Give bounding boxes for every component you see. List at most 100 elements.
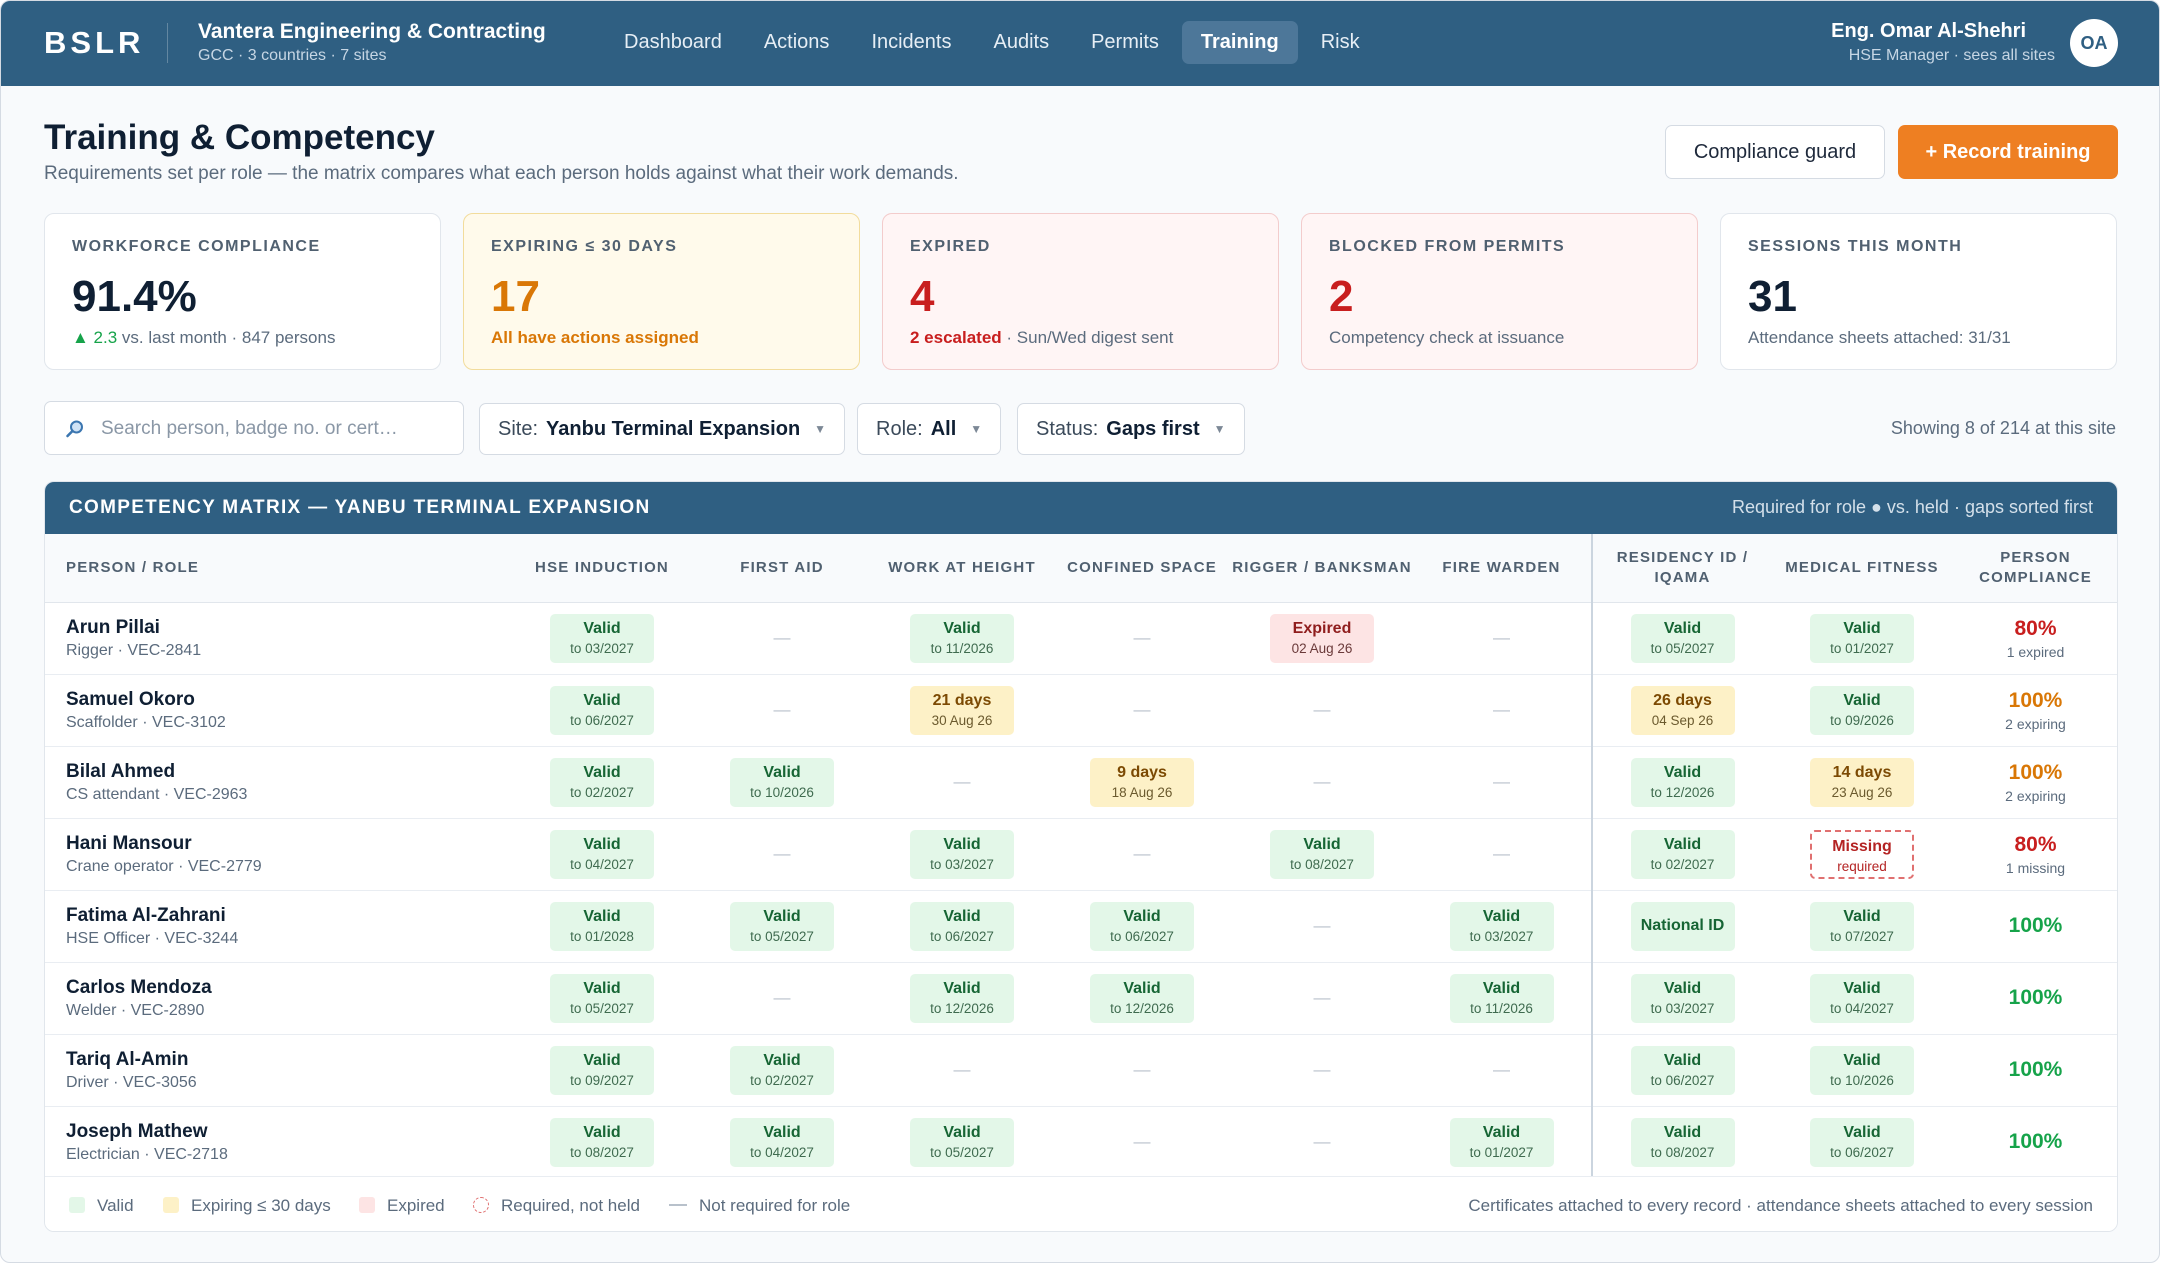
person-name[interactable]: Joseph Mathew bbox=[66, 1121, 512, 1143]
person-cell[interactable]: Arun Pillai Rigger · VEC-2841 bbox=[45, 602, 512, 675]
cert-badge[interactable]: Valid to 09/2027 bbox=[550, 1045, 654, 1095]
org-name[interactable]: Vantera Engineering & Contracting bbox=[198, 20, 546, 44]
nav-audits[interactable]: Audits bbox=[975, 21, 1069, 64]
cert-badge[interactable]: Valid to 09/2026 bbox=[1810, 685, 1914, 735]
app-logo[interactable]: BSLR bbox=[44, 25, 144, 61]
cert-badge[interactable]: Valid to 11/2026 bbox=[1449, 973, 1554, 1023]
cert-badge[interactable]: 26 days 04 Sep 26 bbox=[1630, 685, 1735, 735]
person-name[interactable]: Hani Mansour bbox=[66, 833, 512, 855]
user-name[interactable]: Eng. Omar Al-Shehri bbox=[1831, 20, 2026, 43]
column-header[interactable]: CONFINED SPACE bbox=[1052, 534, 1232, 603]
table-row[interactable]: Hani Mansour Crane operator · VEC-2779 Val… bbox=[45, 818, 2117, 891]
cert-badge[interactable]: 9 days 18 Aug 26 bbox=[1090, 757, 1194, 807]
table-row[interactable]: Arun Pillai Rigger · VEC-2841 Valid to 03/2… bbox=[45, 602, 2117, 675]
person-cell[interactable]: Samuel Okoro Scaffolder · VEC-3102 bbox=[45, 674, 512, 747]
matrix-cell: Valid to 01/2027 bbox=[1412, 1106, 1592, 1179]
cert-badge[interactable]: Valid to 10/2026 bbox=[730, 757, 834, 807]
nav-incidents[interactable]: Incidents bbox=[852, 21, 970, 64]
cert-badge[interactable]: Valid to 05/2027 bbox=[730, 901, 834, 951]
cert-badge[interactable]: Valid to 07/2027 bbox=[1810, 901, 1914, 951]
nav-risk[interactable]: Risk bbox=[1302, 21, 1379, 64]
cert-badge[interactable]: Valid to 04/2027 bbox=[730, 1117, 834, 1167]
cert-badge[interactable]: Valid to 01/2027 bbox=[1810, 613, 1914, 663]
column-header[interactable]: PERSON / ROLE bbox=[45, 534, 512, 603]
cert-badge[interactable]: Expired 02 Aug 26 bbox=[1270, 613, 1374, 663]
column-header[interactable]: RIGGER / BANKSMAN bbox=[1232, 534, 1412, 603]
cert-badge[interactable]: Valid to 03/2027 bbox=[1449, 901, 1554, 951]
cert-badge[interactable]: Valid to 08/2027 bbox=[1630, 1117, 1735, 1167]
cert-badge[interactable]: Valid to 03/2027 bbox=[550, 613, 654, 663]
cert-badge[interactable]: Valid to 12/2026 bbox=[1090, 973, 1194, 1023]
cert-badge[interactable]: Valid to 11/2026 bbox=[910, 613, 1014, 663]
nav-permits[interactable]: Permits bbox=[1072, 21, 1178, 64]
status-filter[interactable]: Status: Gaps first ▼ bbox=[1017, 403, 1245, 455]
person-name[interactable]: Samuel Okoro bbox=[66, 689, 512, 711]
person-name[interactable]: Arun Pillai bbox=[66, 617, 512, 639]
cert-badge[interactable]: Valid to 01/2028 bbox=[550, 901, 654, 951]
kpi-expired[interactable]: EXPIRED 4 2 escalated · Sun/Wed digest s… bbox=[882, 213, 1279, 370]
cert-badge[interactable]: National ID bbox=[1630, 901, 1735, 951]
search-input[interactable] bbox=[101, 414, 451, 444]
column-header[interactable]: PERSON COMPLIANCE bbox=[1952, 534, 2117, 603]
cert-badge[interactable]: Valid to 05/2027 bbox=[550, 973, 654, 1023]
kpi-sessions-this-month[interactable]: SESSIONS THIS MONTH 31 Attendance sheets… bbox=[1720, 213, 2117, 370]
person-cell[interactable]: Hani Mansour Crane operator · VEC-2779 bbox=[45, 818, 512, 891]
person-cell[interactable]: Bilal Ahmed CS attendant · VEC-2963 bbox=[45, 746, 512, 819]
cert-badge[interactable]: 14 days 23 Aug 26 bbox=[1810, 757, 1914, 807]
person-name[interactable]: Fatima Al-Zahrani bbox=[66, 905, 512, 927]
table-row[interactable]: Samuel Okoro Scaffolder · VEC-3102 Valid to… bbox=[45, 674, 2117, 747]
table-row[interactable]: Bilal Ahmed CS attendant · VEC-2963 Valid t… bbox=[45, 746, 2117, 819]
cert-badge[interactable]: Valid to 12/2026 bbox=[1630, 757, 1735, 807]
column-header[interactable]: WORK AT HEIGHT bbox=[872, 534, 1052, 603]
column-header[interactable]: MEDICAL FITNESS bbox=[1772, 534, 1952, 603]
cert-badge[interactable]: Valid to 02/2027 bbox=[730, 1045, 834, 1095]
person-cell[interactable]: Joseph Mathew Electrician · VEC-2718 bbox=[45, 1106, 512, 1179]
site-filter[interactable]: Site: Yanbu Terminal Expansion ▼ bbox=[479, 403, 846, 455]
table-row[interactable]: Tariq Al-Amin Driver · VEC-3056 Valid to 09… bbox=[45, 1034, 2117, 1107]
cert-badge[interactable]: Valid to 10/2026 bbox=[1810, 1045, 1914, 1095]
nav-actions[interactable]: Actions bbox=[745, 21, 849, 64]
person-name[interactable]: Carlos Mendoza bbox=[66, 977, 512, 999]
cert-badge[interactable]: Valid to 06/2027 bbox=[1090, 901, 1194, 951]
cert-badge[interactable]: Valid to 05/2027 bbox=[1630, 613, 1735, 663]
person-name[interactable]: Tariq Al-Amin bbox=[66, 1049, 512, 1071]
cert-badge[interactable]: Valid to 05/2027 bbox=[910, 1117, 1014, 1167]
cert-badge[interactable]: Valid to 04/2027 bbox=[1810, 973, 1914, 1023]
kpi-workforce-compliance[interactable]: WORKFORCE COMPLIANCE 91.4% ▲ 2.3 vs. las… bbox=[44, 213, 441, 370]
column-header[interactable]: FIRST AID bbox=[692, 534, 872, 603]
cert-badge[interactable]: Valid to 06/2027 bbox=[910, 901, 1014, 951]
kpi-blocked-from-permits[interactable]: BLOCKED FROM PERMITS 2 Competency check … bbox=[1301, 213, 1698, 370]
record-training-button[interactable]: + Record training bbox=[1898, 125, 2118, 179]
cert-badge[interactable]: Valid to 06/2027 bbox=[550, 685, 654, 735]
person-cell[interactable]: Carlos Mendoza Welder · VEC-2890 bbox=[45, 962, 512, 1035]
cert-badge[interactable]: Valid to 04/2027 bbox=[550, 829, 654, 879]
compliance-guard-button[interactable]: Compliance guard bbox=[1665, 125, 1885, 179]
cert-badge[interactable]: Valid to 08/2027 bbox=[550, 1117, 654, 1167]
cert-badge[interactable]: Valid to 12/2026 bbox=[910, 973, 1014, 1023]
table-row[interactable]: Joseph Mathew Electrician · VEC-2718 Valid… bbox=[45, 1106, 2117, 1179]
role-filter[interactable]: Role: All ▼ bbox=[857, 403, 1002, 455]
cert-badge[interactable]: Valid to 08/2027 bbox=[1270, 829, 1374, 879]
person-name[interactable]: Bilal Ahmed bbox=[66, 761, 512, 783]
cert-badge[interactable]: Valid to 03/2027 bbox=[910, 829, 1014, 879]
cert-badge[interactable]: Valid to 01/2027 bbox=[1449, 1117, 1554, 1167]
column-header[interactable]: FIRE WARDEN bbox=[1412, 534, 1592, 603]
column-header[interactable]: RESIDENCY ID / IQAMA bbox=[1591, 534, 1772, 603]
nav-training[interactable]: Training bbox=[1181, 21, 1298, 64]
nav-dashboard[interactable]: Dashboard bbox=[605, 21, 741, 64]
person-cell[interactable]: Fatima Al-Zahrani HSE Officer · VEC-3244 bbox=[45, 890, 512, 963]
cert-badge[interactable]: Valid to 02/2027 bbox=[550, 757, 654, 807]
cert-badge[interactable]: Valid to 03/2027 bbox=[1630, 973, 1735, 1023]
column-header[interactable]: HSE INDUCTION bbox=[512, 534, 692, 603]
cert-badge[interactable]: Missing required bbox=[1810, 829, 1914, 879]
cert-badge[interactable]: Valid to 02/2027 bbox=[1630, 829, 1735, 879]
not-required-dash: — bbox=[773, 988, 791, 1007]
table-row[interactable]: Fatima Al-Zahrani HSE Officer · VEC-3244 V… bbox=[45, 890, 2117, 963]
person-cell[interactable]: Tariq Al-Amin Driver · VEC-3056 bbox=[45, 1034, 512, 1107]
cert-badge[interactable]: Valid to 06/2027 bbox=[1810, 1117, 1914, 1167]
cert-badge[interactable]: Valid to 06/2027 bbox=[1630, 1045, 1735, 1095]
cert-badge[interactable]: 21 days 30 Aug 26 bbox=[910, 685, 1014, 735]
table-row[interactable]: Carlos Mendoza Welder · VEC-2890 Valid to 0… bbox=[45, 962, 2117, 1035]
kpi-expiring[interactable]: EXPIRING ≤ 30 DAYS 17 All have actions a… bbox=[463, 213, 860, 370]
avatar[interactable]: OA bbox=[2070, 19, 2118, 67]
